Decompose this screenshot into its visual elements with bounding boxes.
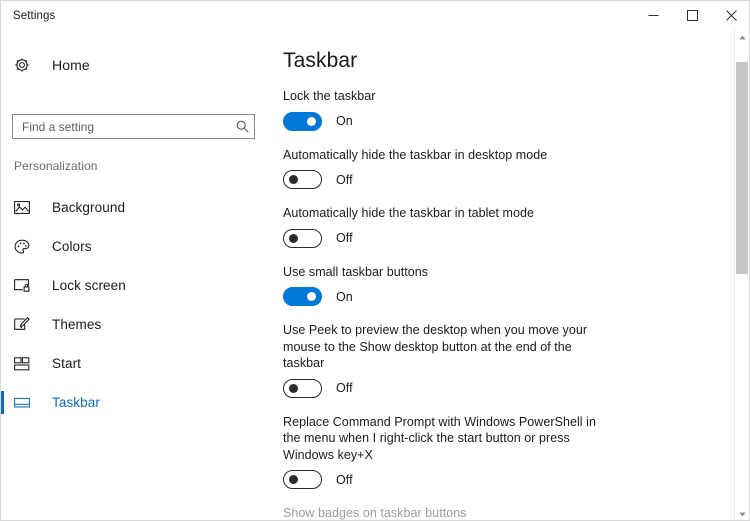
sidebar-group-label: Personalization bbox=[14, 159, 98, 173]
setting-use-peek: Use Peek to preview the desktop when you… bbox=[283, 322, 723, 398]
sidebar-item-themes[interactable]: Themes bbox=[1, 305, 267, 344]
setting-label: Lock the taskbar bbox=[283, 89, 376, 103]
toggle-switch[interactable] bbox=[283, 470, 322, 489]
sidebar: Home Personalization bbox=[1, 30, 267, 520]
toggle-row: Off bbox=[283, 170, 723, 189]
toggle-state-label: On bbox=[336, 289, 353, 304]
sidebar-item-label: Colors bbox=[52, 239, 92, 254]
toggle-switch[interactable] bbox=[283, 170, 322, 189]
main-content: Taskbar Lock the taskbar On Automaticall… bbox=[267, 30, 736, 520]
gear-icon bbox=[14, 57, 36, 73]
sidebar-nav-list: Background Colors Lock screen Themes Sta… bbox=[1, 188, 267, 422]
toggle-knob bbox=[289, 475, 298, 484]
sidebar-item-home[interactable]: Home bbox=[1, 48, 267, 82]
maximize-icon bbox=[687, 10, 698, 21]
setting-label: Use small taskbar buttons bbox=[283, 264, 429, 279]
toggle-row: Off bbox=[283, 378, 723, 398]
setting-auto-hide-tablet-mode: Automatically hide the taskbar in tablet… bbox=[283, 205, 723, 248]
sidebar-item-label: Themes bbox=[52, 317, 102, 332]
vertical-scrollbar[interactable] bbox=[734, 30, 749, 520]
toggle-state-label: On bbox=[336, 114, 353, 128]
minimize-button[interactable] bbox=[634, 1, 673, 30]
setting-show-badges: Show badges on taskbar buttons Off bbox=[283, 505, 723, 520]
palette-icon bbox=[14, 239, 36, 255]
sidebar-item-colors[interactable]: Colors bbox=[1, 227, 267, 266]
toggle-knob bbox=[307, 116, 316, 126]
toggle-state-label: Off bbox=[336, 172, 353, 187]
search-input[interactable] bbox=[13, 115, 230, 138]
scrollbar-thumb[interactable] bbox=[736, 62, 748, 274]
toggle-state-label: Off bbox=[336, 381, 353, 395]
toggle-switch[interactable] bbox=[283, 228, 322, 248]
sidebar-item-label: Taskbar bbox=[52, 395, 100, 410]
page-title: Taskbar bbox=[283, 49, 358, 72]
setting-label: Automatically hide the taskbar in deskto… bbox=[283, 147, 548, 162]
setting-label: Show badges on taskbar buttons bbox=[283, 506, 467, 520]
setting-label: Use Peek to preview the desktop when you… bbox=[283, 323, 588, 370]
toggle-row: On bbox=[283, 287, 723, 306]
setting-label: Replace Command Prompt with Windows Powe… bbox=[283, 414, 596, 462]
close-icon bbox=[726, 10, 737, 21]
toggle-switch[interactable] bbox=[283, 287, 322, 306]
toggle-state-label: Off bbox=[336, 472, 353, 487]
close-button[interactable] bbox=[712, 1, 749, 30]
toggle-knob bbox=[307, 292, 316, 301]
sidebar-item-label: Background bbox=[52, 200, 126, 215]
setting-auto-hide-desktop-mode: Automatically hide the taskbar in deskto… bbox=[283, 147, 723, 189]
toggle-state-label: Off bbox=[336, 231, 353, 245]
toggle-switch[interactable] bbox=[283, 378, 322, 398]
setting-lock-the-taskbar: Lock the taskbar On bbox=[283, 88, 723, 131]
setting-use-small-taskbar-buttons: Use small taskbar buttons On bbox=[283, 264, 723, 306]
scrollbar-track[interactable] bbox=[735, 45, 749, 507]
minimize-icon bbox=[648, 15, 659, 16]
maximize-button[interactable] bbox=[673, 1, 712, 30]
window-title: Settings bbox=[13, 9, 56, 22]
toggle-knob bbox=[289, 233, 298, 243]
sidebar-item-lock-screen[interactable]: Lock screen bbox=[1, 266, 267, 305]
taskbar-icon bbox=[14, 397, 36, 409]
toggle-switch[interactable] bbox=[283, 111, 322, 131]
scroll-up-arrow-icon[interactable] bbox=[735, 30, 749, 45]
sidebar-item-label: Start bbox=[52, 356, 82, 371]
sidebar-item-background[interactable]: Background bbox=[1, 188, 267, 227]
sidebar-item-label: Lock screen bbox=[52, 278, 126, 293]
search-icon[interactable] bbox=[230, 115, 254, 138]
toggle-row: Off bbox=[283, 470, 723, 489]
start-tiles-icon bbox=[14, 356, 36, 371]
window-controls bbox=[634, 1, 749, 30]
setting-label: Automatically hide the taskbar in tablet… bbox=[283, 206, 534, 220]
sidebar-item-taskbar[interactable]: Taskbar bbox=[1, 383, 267, 422]
themes-brush-icon bbox=[14, 317, 36, 332]
lock-screen-icon bbox=[14, 278, 36, 293]
toggle-knob bbox=[289, 383, 298, 393]
toggle-knob bbox=[289, 175, 298, 184]
settings-window: Settings Home Find a setting Personaliza… bbox=[0, 0, 750, 521]
image-icon bbox=[14, 200, 36, 215]
sidebar-home-label: Home bbox=[52, 57, 90, 73]
sidebar-item-start[interactable]: Start bbox=[1, 344, 267, 383]
settings-list: Lock the taskbar On Automatically hide t… bbox=[283, 88, 723, 520]
toggle-row: Off bbox=[283, 228, 723, 248]
setting-replace-command-prompt: Replace Command Prompt with Windows Powe… bbox=[283, 414, 723, 489]
scroll-down-arrow-icon[interactable] bbox=[735, 507, 749, 520]
title-bar: Settings bbox=[1, 1, 749, 30]
toggle-row: On bbox=[283, 111, 723, 131]
search-box[interactable] bbox=[12, 114, 255, 139]
